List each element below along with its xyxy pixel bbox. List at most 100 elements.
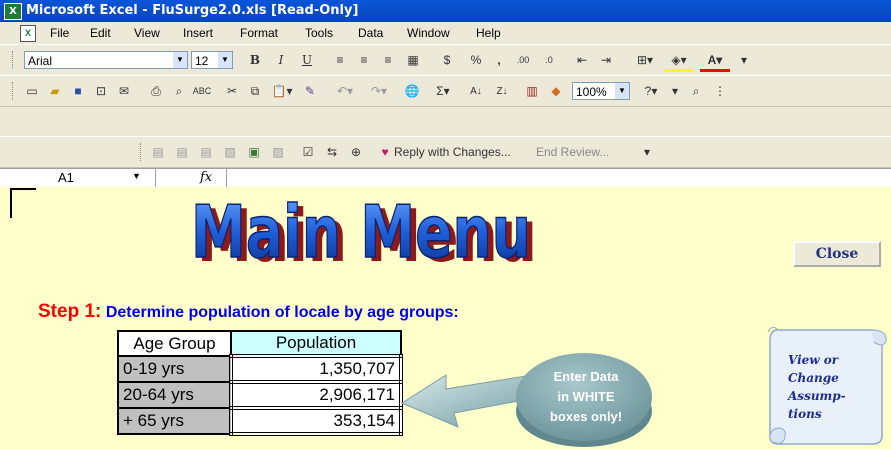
chevron-down-icon[interactable]: ▼ [218, 52, 232, 68]
end-review-button[interactable]: End Review... [536, 143, 636, 161]
menu-format[interactable]: Format [240, 26, 278, 40]
reply-with-changes-button[interactable]: Reply with Changes... [394, 143, 534, 161]
chevron-down-icon[interactable]: ▼ [173, 52, 187, 68]
step-instruction: Determine population of locale by age gr… [105, 304, 459, 321]
send-to-icon[interactable]: ⊕ [346, 143, 366, 161]
format-painter-icon[interactable]: ✎ [300, 82, 320, 100]
print-icon[interactable]: ⎙ [146, 82, 166, 100]
paste-icon[interactable]: 📋▾ [268, 82, 296, 100]
open-folder-icon[interactable]: ▰ [45, 82, 65, 100]
previous-comment-icon[interactable]: ▤ [172, 143, 192, 161]
menu-insert[interactable]: Insert [183, 26, 213, 40]
view-change-assumptions-button[interactable]: View or Change Assump- tions [764, 320, 888, 448]
research-icon[interactable]: ⌕ [686, 82, 706, 100]
new-document-icon[interactable]: ▭ [22, 82, 42, 100]
zoom-combo[interactable]: 100% ▼ [572, 82, 630, 100]
menu-tools[interactable]: Tools [305, 26, 333, 40]
table-header-row: Age Group Population [117, 330, 402, 357]
email-icon[interactable]: ✉ [114, 82, 134, 100]
decrease-decimal-icon[interactable]: .0 [538, 51, 560, 69]
copy-icon[interactable]: ⧉ [245, 82, 265, 100]
menu-window[interactable]: Window [407, 26, 450, 40]
reply-changes-icon[interactable]: ♥ [376, 143, 394, 161]
menu-file[interactable]: File [50, 26, 69, 40]
chevron-down-icon[interactable]: ▼ [132, 171, 141, 181]
autosum-icon[interactable]: Σ▾ [428, 82, 458, 100]
drawing-icon[interactable]: ◆ [546, 82, 566, 100]
toolbar-grip[interactable] [12, 82, 16, 100]
toolbar-options-icon[interactable]: ▾ [640, 143, 654, 161]
chevron-down-icon[interactable]: ▼ [615, 83, 629, 99]
font-combo[interactable]: Arial ▼ [24, 51, 188, 69]
redo-icon[interactable]: ↷▾ [364, 82, 394, 100]
underline-icon[interactable]: U [297, 51, 317, 69]
decrease-indent-icon[interactable]: ⇤ [572, 51, 592, 69]
chart-wizard-icon[interactable]: ▥ [522, 82, 542, 100]
cut-icon[interactable]: ✂ [222, 82, 242, 100]
main-menu-title: Main Menu Main Menu [190, 189, 537, 269]
callout-line-2: in WHITE [557, 389, 614, 404]
population-input[interactable]: 2,906,171 [229, 380, 403, 410]
font-color-icon[interactable]: A▾ [700, 51, 730, 72]
main-title-text: Main Menu [191, 190, 531, 269]
formula-input[interactable] [226, 169, 887, 187]
print-preview-icon[interactable]: ⌕ [169, 82, 189, 100]
permission-icon[interactable]: ⊡ [91, 82, 111, 100]
currency-icon[interactable]: $ [437, 51, 457, 69]
window-title: Microsoft Excel - FluSurge2.0.xls [Read-… [26, 3, 359, 18]
new-comment-icon[interactable]: ▤ [148, 143, 168, 161]
italic-icon[interactable]: I [271, 51, 291, 69]
align-right-icon[interactable]: ≡ [378, 51, 398, 69]
comma-icon[interactable]: , [492, 51, 506, 69]
callout-line-3: boxes only! [550, 409, 622, 424]
scroll-line-4: tions [788, 407, 822, 421]
align-left-icon[interactable]: ≡ [330, 51, 350, 69]
insert-function-icon[interactable]: fx [200, 170, 212, 185]
update-file-icon[interactable]: ⇆ [322, 143, 342, 161]
toolbar-options-icon[interactable]: ▾ [734, 51, 754, 69]
toolbar-grip[interactable] [12, 51, 16, 69]
hyperlink-icon[interactable]: 🌐 [402, 82, 422, 100]
more-icon[interactable]: ⋮ [710, 82, 730, 100]
bold-icon[interactable]: B [245, 51, 265, 69]
next-comment-icon[interactable]: ▤ [196, 143, 216, 161]
name-box[interactable]: A1 ▼ [0, 169, 156, 187]
fill-color-icon[interactable]: ◈▾ [664, 51, 694, 72]
increase-indent-icon[interactable]: ⇥ [596, 51, 616, 69]
cell-reference: A1 [58, 170, 74, 185]
menu-view[interactable]: View [134, 26, 160, 40]
document-icon[interactable]: X [20, 25, 36, 42]
toolbar-options-icon[interactable]: ▾ [668, 82, 682, 100]
undo-icon[interactable]: ↶▾ [330, 82, 360, 100]
sort-ascending-icon[interactable]: A↓ [464, 82, 488, 100]
selected-cell[interactable] [10, 188, 36, 218]
merge-center-icon[interactable]: ▦ [403, 51, 423, 69]
delete-comment-icon[interactable]: ▨ [268, 143, 288, 161]
menu-edit[interactable]: Edit [90, 26, 111, 40]
population-input[interactable]: 353,154 [229, 406, 403, 436]
font-size-combo[interactable]: 12 ▼ [191, 51, 233, 69]
age-group-cell: 0-19 yrs [117, 355, 232, 383]
close-button[interactable]: Close [793, 241, 881, 267]
save-icon[interactable]: ■ [68, 82, 88, 100]
font-size: 12 [195, 54, 209, 68]
show-comment-icon[interactable]: ▧ [220, 143, 240, 161]
spelling-icon[interactable]: ABC [192, 82, 212, 100]
align-center-icon[interactable]: ≡ [354, 51, 374, 69]
percent-icon[interactable]: % [466, 51, 486, 69]
borders-icon[interactable]: ⊞▾ [630, 51, 660, 69]
scroll-line-1: View or [788, 353, 840, 367]
menu-data[interactable]: Data [358, 26, 383, 40]
create-task-icon[interactable]: ☑ [298, 143, 318, 161]
increase-decimal-icon[interactable]: .00 [512, 51, 534, 69]
help-icon[interactable]: ?▾ [636, 82, 666, 100]
show-all-comments-icon[interactable]: ▣ [244, 143, 264, 161]
header-population: Population [230, 330, 402, 357]
excel-icon[interactable]: X [4, 3, 22, 20]
toolbar-grip[interactable] [140, 143, 144, 161]
population-input[interactable]: 1,350,707 [229, 354, 403, 384]
sort-descending-icon[interactable]: Z↓ [490, 82, 514, 100]
table-row: + 65 yrs 353,154 [117, 406, 403, 436]
worksheet[interactable]: Main Menu Main Menu Close Step 1: Determ… [0, 187, 891, 449]
menu-help[interactable]: Help [476, 26, 501, 40]
